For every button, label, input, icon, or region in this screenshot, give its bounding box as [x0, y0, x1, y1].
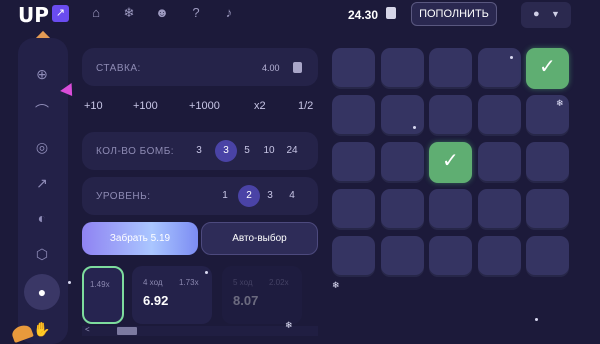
bombs-option[interactable]: 10	[258, 140, 280, 162]
history-card: 4 ход 1.73x 6.92	[132, 266, 212, 324]
snow-dot	[535, 318, 538, 321]
history-card: 5 ход 2.02x 8.07	[222, 266, 302, 324]
coin-stack-icon	[386, 7, 396, 19]
grid-tile-opened[interactable]: ✓	[429, 142, 472, 183]
help-icon[interactable]: ?	[188, 5, 204, 21]
users-icon[interactable]: ☻	[154, 5, 170, 21]
sidebar: ⊕ ⌒ ◎ ↗ ◐ ⬡ ● ✋	[18, 38, 68, 344]
snow-dot	[205, 271, 208, 274]
home-icon[interactable]: ⌂	[88, 5, 104, 21]
grid-tile[interactable]	[380, 189, 424, 230]
target-icon[interactable]: ◎	[31, 136, 53, 158]
quick-bet-half[interactable]: 1/2	[298, 100, 313, 112]
snowflake-icon[interactable]: ❄	[121, 5, 137, 21]
level-option-selected[interactable]: 2	[238, 185, 260, 207]
auto-pick-button[interactable]: Авто-выбор	[201, 222, 318, 255]
grid-tile[interactable]	[380, 48, 424, 89]
crosshair-icon[interactable]: ⊕	[31, 63, 53, 85]
arc-icon[interactable]: ⌒	[31, 100, 53, 122]
snow-dot	[413, 126, 416, 129]
grid-tile[interactable]	[332, 236, 375, 277]
grid-tile[interactable]	[429, 95, 472, 136]
snow-dot	[68, 281, 71, 284]
grid-tile[interactable]	[380, 236, 424, 277]
scrollbar-thumb[interactable]	[117, 327, 137, 335]
balance-value: 24.30	[348, 8, 379, 22]
bombs-option[interactable]: 24	[281, 140, 303, 162]
grid-tile[interactable]	[526, 142, 569, 183]
logo[interactable]: UP	[18, 3, 49, 27]
grid-tile[interactable]	[332, 189, 375, 230]
bombs-option[interactable]: 3	[188, 140, 210, 162]
history-move: 4 ход	[143, 278, 163, 287]
quick-bet-plus-100[interactable]: +100	[133, 100, 158, 112]
check-icon: ✓	[442, 150, 459, 172]
grid-tile[interactable]	[380, 95, 424, 136]
history-multiplier: 1.49x	[90, 280, 110, 289]
history-multiplier: 2.02x	[269, 278, 289, 287]
chevron-down-icon: ▼	[551, 9, 560, 19]
grid-tile[interactable]	[332, 95, 375, 136]
chart-up-icon[interactable]: ↗	[31, 172, 53, 194]
grid-tile[interactable]	[380, 142, 424, 183]
snowflake-decoration-icon: ❄	[556, 98, 564, 108]
drop-icon[interactable]: ●	[31, 281, 53, 303]
grid-tile[interactable]	[332, 48, 375, 89]
quick-bet-x2[interactable]: x2	[254, 100, 266, 112]
microphone-icon[interactable]: ♪	[221, 5, 237, 21]
grid-tile[interactable]	[429, 236, 472, 277]
history-move: 5 ход	[233, 278, 253, 287]
level-option[interactable]: 3	[259, 185, 281, 207]
bombs-option-selected[interactable]: 3	[215, 140, 237, 162]
cube-icon[interactable]: ⬡	[31, 243, 53, 265]
coin-stack-icon	[293, 62, 302, 73]
level-label: УРОВЕНЬ:	[96, 191, 151, 202]
deposit-button[interactable]: ПОПОЛНИТЬ	[411, 2, 497, 26]
user-icon: ●	[533, 8, 540, 20]
grid-tile[interactable]	[477, 48, 521, 89]
grid-tile[interactable]	[526, 236, 569, 277]
bombs-label: КОЛ-ВО БОМБ:	[96, 146, 175, 157]
history-card-active: 1.49x	[82, 266, 124, 324]
grid-tile[interactable]	[477, 142, 521, 183]
cash-out-button[interactable]: Забрать 5.19	[82, 222, 198, 255]
grid-tile-opened[interactable]: ✓	[526, 48, 569, 89]
grid-tile[interactable]	[332, 142, 375, 183]
bombs-option[interactable]: 5	[236, 140, 258, 162]
snowflake-decoration-icon: ❄	[285, 320, 293, 330]
user-menu-button[interactable]: ● ▼	[521, 2, 571, 28]
history-scrollbar[interactable]: <	[82, 325, 318, 336]
coin-icon[interactable]: ◐	[31, 207, 53, 229]
grid-tile[interactable]	[477, 236, 521, 277]
history-value: 8.07	[233, 293, 259, 308]
hand-icon[interactable]: ✋	[31, 318, 53, 340]
grid-tile[interactable]	[477, 189, 521, 230]
snow-dot	[510, 56, 513, 59]
grid-tile[interactable]	[429, 48, 472, 89]
grid-tile[interactable]	[477, 95, 521, 136]
check-icon: ✓	[539, 56, 556, 78]
grid-tile[interactable]	[429, 189, 472, 230]
quick-bet-plus-1000[interactable]: +1000	[189, 100, 220, 112]
top-bar: UP ↗ ⌂ ❄ ☻ ? ♪ 24.30 ПОПОЛНИТЬ ● ▼	[0, 0, 600, 30]
level-option[interactable]: 4	[281, 185, 303, 207]
stake-value: 4.00	[262, 63, 280, 73]
stake-input[interactable]: СТАВКА:	[82, 48, 318, 86]
stake-label: СТАВКА:	[96, 63, 141, 74]
snowflake-decoration-icon: ❄	[332, 280, 340, 290]
history-value: 6.92	[143, 293, 169, 308]
history-multiplier: 1.73x	[179, 278, 199, 287]
grid-tile[interactable]	[526, 189, 569, 230]
level-option[interactable]: 1	[214, 185, 236, 207]
logo-arrow-icon: ↗	[52, 5, 69, 22]
quick-bet-plus-10[interactable]: +10	[84, 100, 103, 112]
scroll-left-icon[interactable]: <	[85, 325, 90, 334]
